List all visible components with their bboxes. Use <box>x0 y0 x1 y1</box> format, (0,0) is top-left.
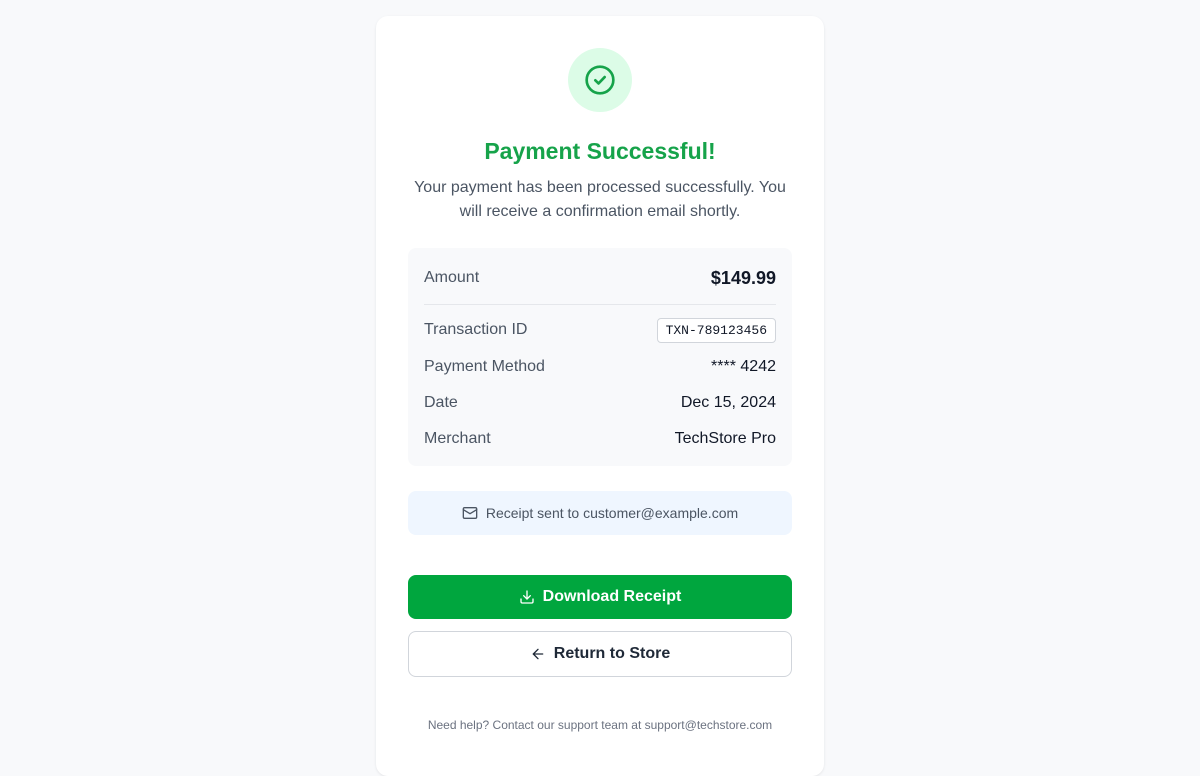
payment-confirmation-card: Payment Successful! Your payment has bee… <box>376 16 824 776</box>
download-icon <box>519 589 535 605</box>
arrow-left-icon <box>530 646 546 662</box>
payment-method-row: Payment Method **** 4242 <box>424 355 776 379</box>
check-circle-icon <box>584 64 616 96</box>
mail-icon <box>462 505 478 521</box>
receipt-notice: Receipt sent to customer@example.com <box>408 491 792 535</box>
transaction-details: Amount $149.99 Transaction ID TXN-789123… <box>408 248 792 466</box>
success-badge <box>568 48 632 112</box>
return-to-store-label: Return to Store <box>553 645 671 662</box>
receipt-notice-text: Receipt sent to customer@example.com <box>485 505 739 521</box>
transaction-id-row: Transaction ID TXN-789123456 <box>424 317 776 343</box>
page-title: Payment Successful! <box>484 138 716 164</box>
merchant-value: TechStore Pro <box>674 430 776 447</box>
merchant-row: Merchant TechStore Pro <box>424 427 776 451</box>
download-receipt-button[interactable]: Download Receipt <box>408 575 792 619</box>
divider <box>424 304 776 305</box>
amount-label: Amount <box>424 269 480 286</box>
transaction-id-value[interactable]: TXN-789123456 <box>656 317 776 343</box>
merchant-label: Merchant <box>424 430 491 447</box>
payment-method-value: **** 4242 <box>711 358 776 375</box>
download-receipt-label: Download Receipt <box>542 588 682 605</box>
payment-method-label: Payment Method <box>424 358 545 375</box>
date-value: Dec 15, 2024 <box>680 394 776 411</box>
support-help-text: Need help? Contact our support team at s… <box>427 718 773 732</box>
date-label: Date <box>424 394 458 411</box>
amount-row: Amount $149.99 <box>424 266 776 290</box>
date-row: Date Dec 15, 2024 <box>424 391 776 415</box>
return-to-store-button[interactable]: Return to Store <box>408 631 792 677</box>
transaction-id-label: Transaction ID <box>424 321 528 338</box>
status-message: Your payment has been processed successf… <box>414 179 786 220</box>
amount-value: $149.99 <box>710 267 776 288</box>
